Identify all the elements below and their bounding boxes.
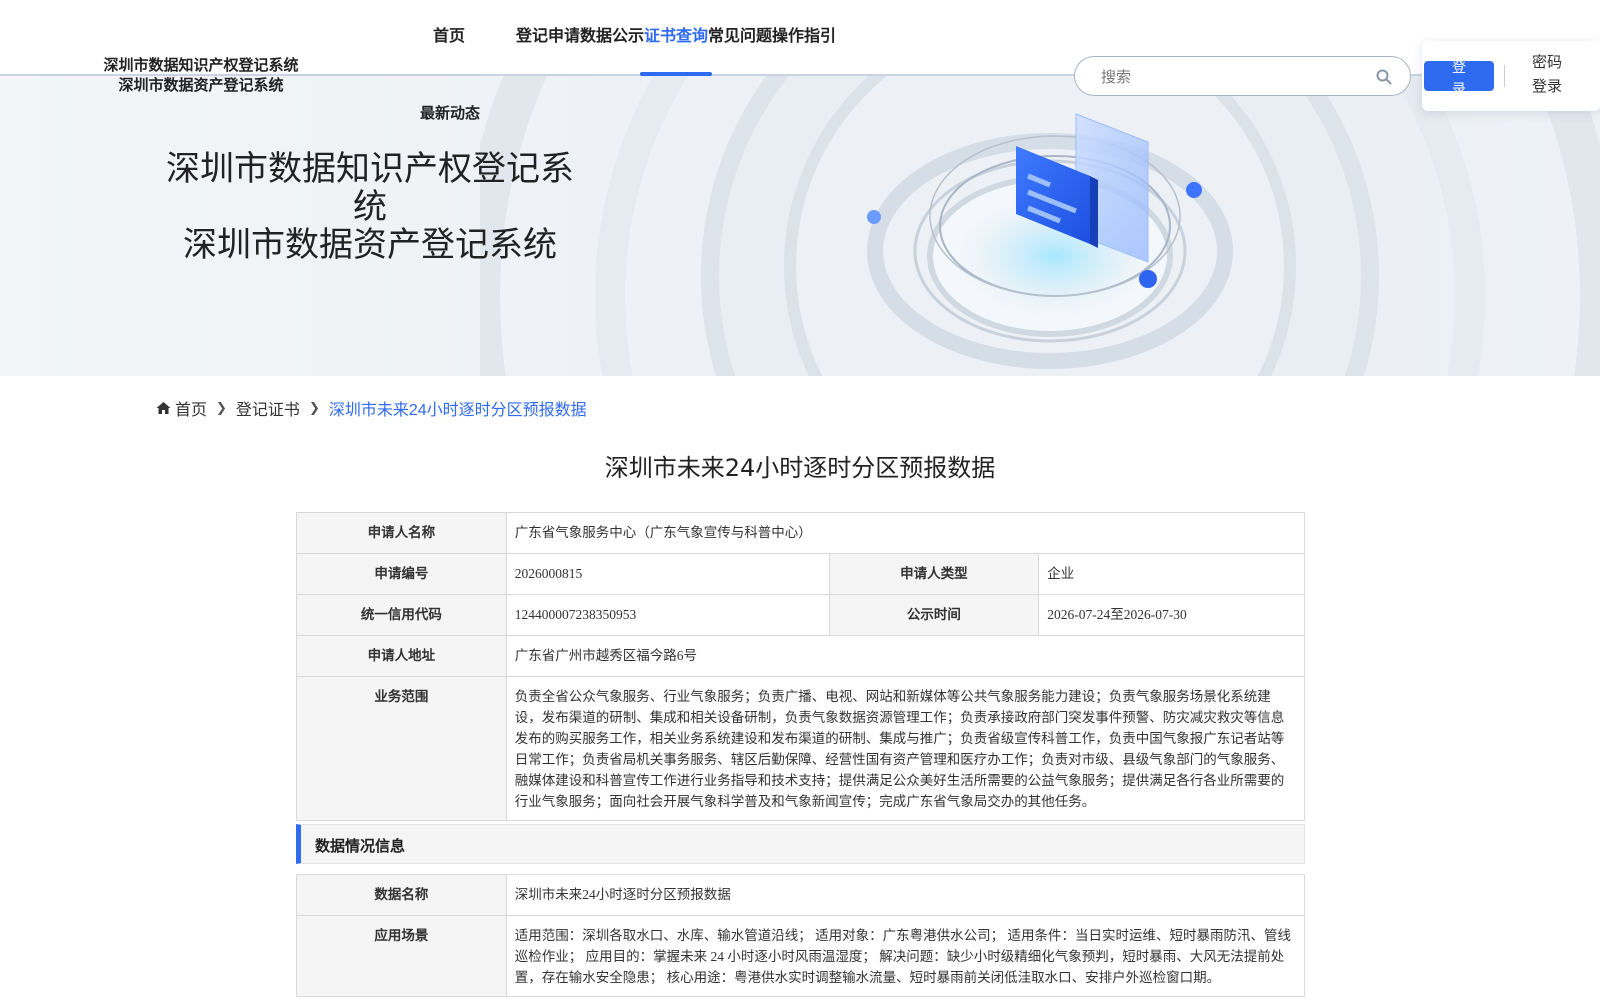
banner-illustration	[480, 76, 1600, 376]
table-row: 申请编号 2026000815 申请人类型 企业	[296, 553, 1305, 595]
applicant-name-label: 申请人名称	[296, 512, 507, 554]
chevron-right-icon: ❯	[308, 400, 320, 415]
business-scope-label: 业务范围	[296, 676, 507, 821]
breadcrumb-current: 深圳市未来24小时逐时分区预报数据	[328, 402, 587, 419]
login-button[interactable]: 登录	[1424, 61, 1494, 91]
chevron-right-icon: ❯	[216, 400, 227, 415]
breadcrumb-home[interactable]: 首页	[175, 396, 207, 420]
search-input[interactable]	[1101, 66, 1361, 88]
section-heading-text: 数据情况信息	[315, 838, 406, 855]
table-row: 业务范围 负责全省公众气象服务、行业气象服务；负责广播、电视、网站和新媒体等公共…	[296, 676, 1306, 821]
hero-banner: 深圳市数据知识产权登记系统 深圳市数据资产登记系统	[0, 76, 1600, 376]
table-row: 统一信用代码 124400007238350953 公示时间 2026-07-2…	[296, 594, 1305, 636]
data-name-label: 数据名称	[296, 874, 507, 916]
nav-item-news[interactable]: 最新动态	[410, 102, 490, 123]
logo-line-2: 深圳市数据资产登记系统	[118, 77, 284, 94]
login-panel: 登录 密码登录	[1422, 41, 1600, 111]
applicant-name-value: 广东省气象服务中心（广东气象宣传与科普中心）	[505, 512, 1306, 554]
application-number-label: 申请编号	[296, 553, 507, 595]
search-box	[1074, 56, 1411, 96]
applicant-type-label: 申请人类型	[828, 553, 1040, 595]
section-heading-data-info: 数据情况信息	[296, 824, 1305, 864]
table-row: 申请人地址 广东省广州市越秀区福今路6号	[296, 635, 1306, 677]
logo-line-1: 深圳市数据知识产权登记系统	[103, 57, 299, 74]
banner-title: 深圳市数据知识产权登记系统 深圳市数据资产登记系统	[150, 150, 590, 264]
breadcrumb-certificates[interactable]: 登记证书	[236, 396, 300, 420]
data-info-table: 数据名称 深圳市未来24小时逐时分区预报数据 应用场景 适用范围：深圳各取水口、…	[296, 874, 1306, 997]
nav-item-guide[interactable]: 操作指引	[766, 0, 842, 76]
application-scenario-label: 应用场景	[296, 915, 507, 997]
breadcrumb: 首页 ❯ 登记证书 ❯ 深圳市未来24小时逐时分区预报数据	[156, 396, 587, 420]
table-row: 应用场景 适用范围：深圳各取水口、水库、输水管道沿线； 适用对象：广东粤港供水公…	[296, 915, 1306, 997]
application-number-value: 2026000815	[505, 553, 830, 595]
home-icon	[156, 402, 171, 414]
nav-item-home[interactable]: 首页	[414, 0, 484, 76]
applicant-type-value: 企业	[1038, 553, 1305, 595]
application-scenario-value: 适用范围：深圳各取水口、水库、输水管道沿线； 适用对象：广东粤港供水公司； 适用…	[505, 915, 1306, 997]
credit-code-value: 124400007238350953	[505, 594, 830, 636]
table-row: 数据名称 深圳市未来24小时逐时分区预报数据	[296, 874, 1306, 916]
main-nav: 首页 登记申请 数据公示 证书查询 常见问题 操作指引	[414, 0, 842, 76]
banner-title-line-1: 深圳市数据知识产权登记系统	[166, 149, 574, 227]
page-title: 深圳市未来24小时逐时分区预报数据	[604, 454, 996, 482]
table-row: 申请人名称 广东省气象服务中心（广东气象宣传与科普中心）	[296, 512, 1306, 554]
site-logo[interactable]: 深圳市数据知识产权登记系统 深圳市数据资产登记系统	[96, 56, 306, 96]
applicant-address-value: 广东省广州市越秀区福今路6号	[505, 635, 1306, 677]
login-divider	[1504, 65, 1505, 87]
publicity-period-value: 2026-07-24至2026-07-30	[1038, 594, 1305, 636]
search-icon[interactable]	[1376, 69, 1392, 85]
password-login-link[interactable]: 密码登录	[1526, 51, 1568, 99]
applicant-info-table: 申请人名称 广东省气象服务中心（广东气象宣传与科普中心） 申请编号 202600…	[296, 512, 1306, 821]
credit-code-label: 统一信用代码	[296, 594, 507, 636]
data-name-value: 深圳市未来24小时逐时分区预报数据	[505, 874, 1306, 916]
banner-title-line-2: 深圳市数据资产登记系统	[183, 225, 557, 265]
business-scope-value: 负责全省公众气象服务、行业气象服务；负责广播、电视、网站和新媒体等公共气象服务能…	[505, 676, 1306, 821]
publicity-period-label: 公示时间	[828, 594, 1040, 636]
applicant-address-label: 申请人地址	[296, 635, 507, 677]
